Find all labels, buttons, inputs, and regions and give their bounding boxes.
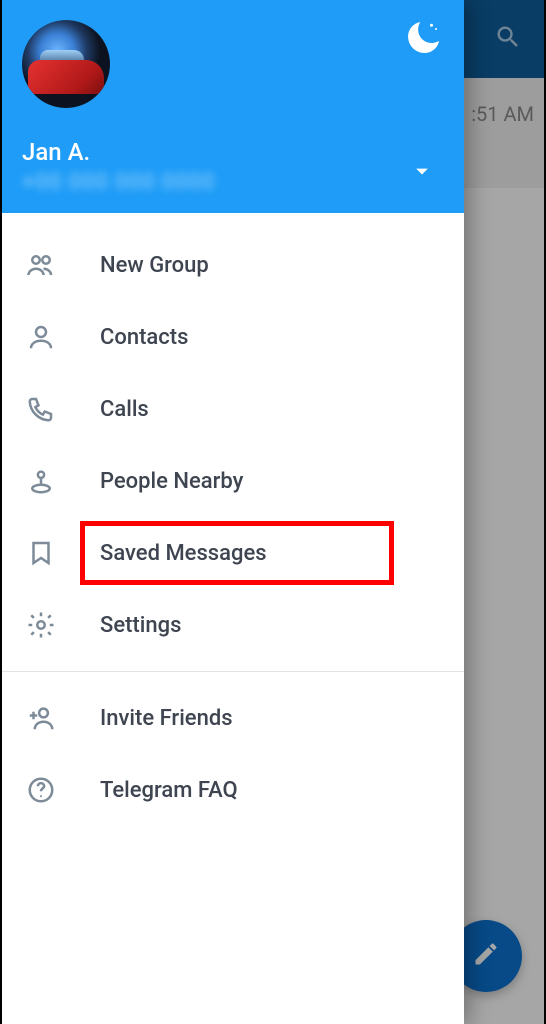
menu-item-invite-friends[interactable]: Invite Friends [0, 682, 464, 754]
menu-divider [0, 671, 464, 672]
menu-item-settings[interactable]: Settings [0, 589, 464, 661]
user-name: Jan A. [22, 138, 215, 166]
menu-item-calls[interactable]: Calls [0, 373, 464, 445]
account-expand-button[interactable] [402, 151, 442, 195]
phone-icon [24, 392, 58, 426]
drawer-header: Jan A. +00 000 000 0000 [0, 0, 464, 213]
avatar[interactable] [22, 20, 110, 108]
menu-item-new-group[interactable]: New Group [0, 229, 464, 301]
night-mode-toggle[interactable] [406, 20, 442, 60]
menu-label: Saved Messages [100, 541, 267, 566]
moon-icon [406, 41, 442, 60]
menu-label: New Group [100, 253, 209, 278]
nearby-icon [24, 464, 58, 498]
menu-label: Settings [100, 613, 181, 638]
bookmark-icon [24, 536, 58, 570]
chevron-down-icon [408, 170, 436, 189]
drawer-menu: New Group Contacts Calls People Nearby S [0, 213, 464, 1024]
menu-label: Calls [100, 397, 149, 422]
help-icon [24, 773, 58, 807]
person-icon [24, 320, 58, 354]
menu-label: Telegram FAQ [100, 778, 238, 803]
menu-label: Invite Friends [100, 706, 233, 731]
menu-label: Contacts [100, 325, 188, 350]
menu-item-people-nearby[interactable]: People Nearby [0, 445, 464, 517]
group-icon [24, 248, 58, 282]
menu-item-contacts[interactable]: Contacts [0, 301, 464, 373]
add-person-icon [24, 701, 58, 735]
gear-icon [24, 608, 58, 642]
menu-label: People Nearby [100, 469, 243, 494]
nav-drawer: Jan A. +00 000 000 0000 New Group Contac… [0, 0, 464, 1024]
menu-item-faq[interactable]: Telegram FAQ [0, 754, 464, 826]
menu-item-saved-messages[interactable]: Saved Messages [0, 517, 464, 589]
user-phone: +00 000 000 0000 [22, 170, 215, 195]
